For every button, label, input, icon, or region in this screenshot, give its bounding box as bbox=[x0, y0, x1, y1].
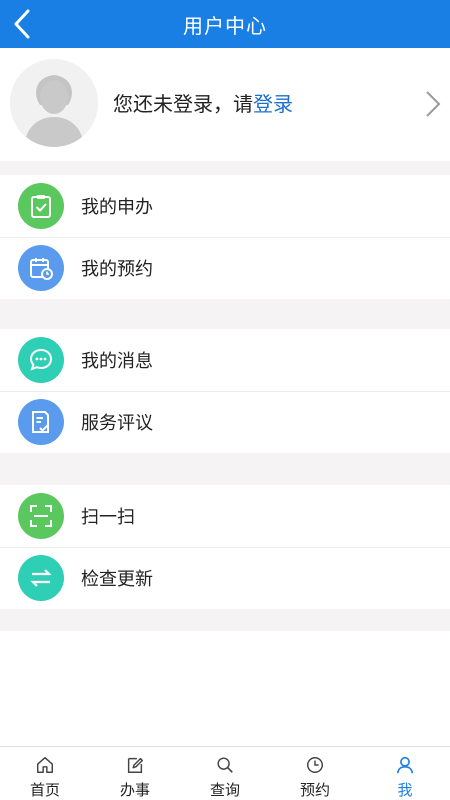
menu-item-check-update[interactable]: 检查更新 bbox=[0, 547, 450, 609]
clipboard-check-icon bbox=[18, 183, 64, 229]
tab-appointment[interactable]: 预约 bbox=[270, 747, 360, 800]
search-icon bbox=[217, 757, 233, 773]
tab-label: 办事 bbox=[119, 781, 150, 799]
scan-icon bbox=[18, 493, 64, 539]
top-header: 用户中心 bbox=[0, 0, 450, 48]
menu-item-my-appointments[interactable]: 我的预约 bbox=[0, 237, 450, 299]
calendar-clock-icon bbox=[18, 245, 64, 291]
menu-item-label: 扫一扫 bbox=[81, 507, 135, 528]
login-prompt: 您还未登录，请登录 bbox=[113, 88, 293, 117]
chat-bubble-icon bbox=[18, 337, 64, 383]
default-avatar-icon bbox=[10, 59, 98, 147]
menu-item-label: 我的申办 bbox=[81, 197, 153, 218]
menu-group-1: 我的申办 我的预约 bbox=[0, 175, 450, 299]
tab-label: 首页 bbox=[29, 781, 60, 799]
menu-item-service-review[interactable]: 服务评议 bbox=[0, 391, 450, 453]
user-icon bbox=[396, 756, 414, 774]
menu-item-scan[interactable]: 扫一扫 bbox=[0, 485, 450, 547]
menu-item-my-messages[interactable]: 我的消息 bbox=[0, 329, 450, 391]
menu-item-my-applications[interactable]: 我的申办 bbox=[0, 175, 450, 237]
back-button[interactable] bbox=[8, 6, 36, 42]
bottom-tab-bar: 首页 办事 查询 预约 我 bbox=[0, 746, 450, 800]
menu-item-label: 检查更新 bbox=[81, 569, 153, 590]
tab-services[interactable]: 办事 bbox=[90, 747, 180, 800]
avatar[interactable] bbox=[10, 59, 98, 147]
page-title: 用户中心 bbox=[183, 13, 267, 38]
tab-label: 预约 bbox=[299, 781, 330, 799]
edit-icon bbox=[127, 757, 143, 773]
document-check-icon bbox=[18, 399, 64, 445]
menu-group-3: 扫一扫 检查更新 bbox=[0, 485, 450, 609]
menu-group-2: 我的消息 服务评议 bbox=[0, 329, 450, 453]
tab-home[interactable]: 首页 bbox=[0, 747, 90, 800]
menu-item-label: 我的预约 bbox=[81, 259, 153, 280]
login-prompt-text: 您还未登录，请 bbox=[113, 92, 253, 116]
content-filler bbox=[0, 631, 450, 746]
tab-query[interactable]: 查询 bbox=[180, 747, 270, 800]
menu-item-label: 服务评议 bbox=[81, 413, 153, 434]
tab-label: 我 bbox=[397, 781, 413, 799]
home-icon bbox=[37, 757, 53, 773]
back-arrow-icon bbox=[14, 9, 30, 39]
swap-arrows-icon bbox=[18, 555, 64, 601]
clock-icon bbox=[307, 757, 323, 773]
menu-item-label: 我的消息 bbox=[81, 351, 153, 372]
tab-label: 查询 bbox=[209, 781, 240, 799]
profile-section[interactable]: 您还未登录，请登录 bbox=[0, 48, 450, 161]
tab-me[interactable]: 我 bbox=[360, 747, 450, 800]
chevron-right-icon bbox=[426, 91, 441, 117]
login-link[interactable]: 登录 bbox=[253, 92, 293, 116]
